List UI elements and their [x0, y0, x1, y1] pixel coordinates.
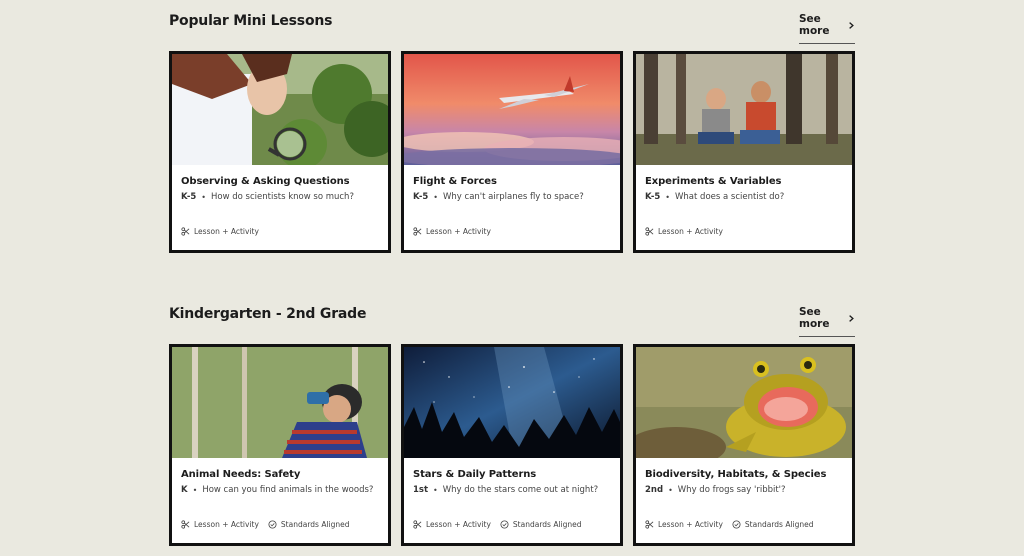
scissors-icon — [645, 227, 654, 236]
meta-standards-aligned: Standards Aligned — [732, 520, 814, 529]
section-popular-mini-lessons: Popular Mini Lessons See more Observing … — [169, 10, 855, 253]
card-title: Stars & Daily Patterns — [413, 469, 537, 480]
card-row: Animal Needs: Safety K • How can you fin… — [169, 344, 855, 546]
scissors-icon — [181, 520, 190, 529]
card-meta: Lesson + Activity Standards Aligned — [645, 520, 814, 529]
night-sky-photo — [404, 347, 620, 458]
check-circle-icon — [732, 520, 741, 529]
card-title: Flight & Forces — [413, 176, 497, 187]
lesson-card[interactable]: Observing & Asking Questions K-5 • How d… — [169, 51, 391, 253]
scissors-icon — [181, 227, 190, 236]
card-title: Experiments & Variables — [645, 176, 782, 187]
meta-lesson-activity: Lesson + Activity — [645, 520, 723, 529]
section-kindergarten-2nd-grade: Kindergarten - 2nd Grade See more Animal… — [169, 303, 855, 546]
card-meta: Lesson + Activity — [181, 227, 259, 236]
see-more-link[interactable]: See more — [799, 306, 855, 337]
airplane-photo — [404, 54, 620, 165]
grade-level: K-5 — [181, 192, 197, 202]
meta-lesson-activity: Lesson + Activity — [413, 520, 491, 529]
card-question: Why do the stars come out at night? — [442, 485, 599, 495]
separator-dot: • — [433, 485, 438, 495]
card-question: Why do frogs say 'ribbit'? — [677, 485, 786, 495]
grade-level: K-5 — [645, 192, 661, 202]
check-circle-icon — [268, 520, 277, 529]
scissors-icon — [413, 227, 422, 236]
separator-dot: • — [192, 485, 198, 495]
grade-level: 2nd — [645, 485, 664, 495]
meta-lesson-activity: Lesson + Activity — [645, 227, 723, 236]
see-more-label: See more — [799, 13, 830, 37]
section-title: Kindergarten - 2nd Grade — [169, 306, 367, 322]
card-subtitle: K-5 • How do scientists know so much? — [181, 192, 354, 202]
card-subtitle: K-5 • Why can't airplanes fly to space? — [413, 192, 584, 202]
magnifying-glass-photo — [172, 54, 388, 165]
card-subtitle: K • How can you find animals in the wood… — [181, 485, 373, 495]
lesson-card[interactable]: Animal Needs: Safety K • How can you fin… — [169, 344, 391, 546]
see-more-label: See more — [799, 306, 830, 330]
card-subtitle: K-5 • What does a scientist do? — [645, 192, 784, 202]
kids-forest-photo — [636, 54, 852, 165]
card-subtitle: 1st • Why do the stars come out at night… — [413, 485, 598, 495]
meta-lesson-activity: Lesson + Activity — [181, 520, 259, 529]
section-header: Popular Mini Lessons See more — [169, 10, 855, 44]
card-title: Animal Needs: Safety — [181, 469, 301, 480]
lesson-card[interactable]: Flight & Forces K-5 • Why can't airplane… — [401, 51, 623, 253]
check-circle-icon — [500, 520, 509, 529]
meta-standards-aligned: Standards Aligned — [268, 520, 350, 529]
card-meta: Lesson + Activity — [413, 227, 491, 236]
meta-lesson-activity: Lesson + Activity — [413, 227, 491, 236]
card-title: Biodiversity, Habitats, & Species — [645, 469, 827, 480]
separator-dot: • — [668, 485, 673, 495]
card-question: How do scientists know so much? — [211, 192, 354, 202]
grade-level: K — [181, 485, 188, 495]
card-meta: Lesson + Activity Standards Aligned — [413, 520, 582, 529]
grade-level: K-5 — [413, 192, 429, 202]
see-more-link[interactable]: See more — [799, 13, 855, 44]
lesson-card[interactable]: Stars & Daily Patterns 1st • Why do the … — [401, 344, 623, 546]
section-header: Kindergarten - 2nd Grade See more — [169, 303, 855, 337]
lesson-card[interactable]: Experiments & Variables K-5 • What does … — [633, 51, 855, 253]
scissors-icon — [413, 520, 422, 529]
card-row: Observing & Asking Questions K-5 • How d… — [169, 51, 855, 253]
scissors-icon — [645, 520, 654, 529]
card-title: Observing & Asking Questions — [181, 176, 350, 187]
card-meta: Lesson + Activity — [645, 227, 723, 236]
lesson-card[interactable]: Biodiversity, Habitats, & Species 2nd • … — [633, 344, 855, 546]
binoculars-photo — [172, 347, 388, 458]
frog-photo — [636, 347, 852, 458]
separator-dot: • — [201, 192, 207, 202]
meta-standards-aligned: Standards Aligned — [500, 520, 582, 529]
chevron-right-icon — [849, 21, 855, 29]
card-question: What does a scientist do? — [675, 192, 785, 202]
chevron-right-icon — [849, 314, 855, 322]
grade-level: 1st — [413, 485, 429, 495]
meta-lesson-activity: Lesson + Activity — [181, 227, 259, 236]
card-question: How can you find animals in the woods? — [202, 485, 374, 495]
separator-dot: • — [433, 192, 439, 202]
card-subtitle: 2nd • Why do frogs say 'ribbit'? — [645, 485, 786, 495]
card-meta: Lesson + Activity Standards Aligned — [181, 520, 350, 529]
separator-dot: • — [665, 192, 671, 202]
section-title: Popular Mini Lessons — [169, 13, 333, 29]
card-question: Why can't airplanes fly to space? — [443, 192, 584, 202]
